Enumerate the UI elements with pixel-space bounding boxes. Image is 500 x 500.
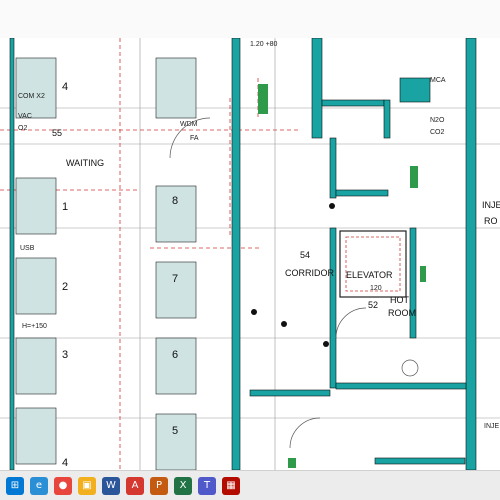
bed-number: 1 [62,201,68,213]
edge-icon[interactable]: e [30,476,48,495]
gas-label: N2O [430,117,445,124]
powerpoint-icon[interactable]: P [150,476,168,495]
excel-icon[interactable]: X [174,476,192,495]
room-label: ELEVATOR [346,270,393,280]
bed-number: 3 [62,349,68,361]
dimension-label: 1.20 +80 [250,41,278,48]
room-number: 52 [368,300,378,310]
taskbar: ⊞ e ● ▣ W A P X T ▦ [0,470,500,500]
room-label: INJE [484,423,500,430]
room-number: 55 [52,128,62,138]
pdf-viewer[interactable]: 4 1 2 3 4 8 7 6 5 55 WAITING 54 CORRIDOR… [0,38,500,470]
bed-number: 8 [172,195,178,207]
bed-number: 2 [62,281,68,293]
gas-label: CO2 [430,129,445,136]
bed-number: 4 [62,81,68,93]
pdf-icon[interactable]: ▦ [222,476,240,495]
folder-icon[interactable]: ▣ [78,476,96,495]
gas-label: WDM [180,121,198,128]
chrome-icon[interactable]: ● [54,476,72,495]
screen: 4 1 2 3 4 8 7 6 5 55 WAITING 54 CORRIDOR… [0,0,500,500]
bed-number: 5 [172,425,178,437]
bed-number: 4 [62,457,68,469]
teams-icon[interactable]: T [198,476,216,495]
room-label: HOT [390,295,410,305]
floor-plan: 4 1 2 3 4 8 7 6 5 55 WAITING 54 CORRIDOR… [0,38,500,470]
elevator-capacity: 120 [370,285,382,292]
gas-label: MCA [430,77,446,84]
gas-label: VAC [18,113,32,120]
room-label: WAITING [66,158,104,168]
bed-number: 7 [172,273,178,285]
word-icon[interactable]: W [102,476,120,495]
bed-number: 6 [172,349,178,361]
room-label: INJE [482,200,500,210]
gas-label: O2 [18,125,27,132]
room-label: CORRIDOR [285,268,334,278]
room-label: ROOM [388,308,416,318]
room-number: 54 [300,250,310,260]
gas-label: H=+150 [22,323,47,330]
gas-label: USB [20,245,35,252]
acrobat-icon[interactable]: A [126,476,144,495]
room-label: RO [484,216,498,226]
gas-label: COM X2 [18,93,45,100]
gas-label: FA [190,135,199,142]
browser-topbar [0,0,500,38]
start-icon[interactable]: ⊞ [6,476,24,495]
